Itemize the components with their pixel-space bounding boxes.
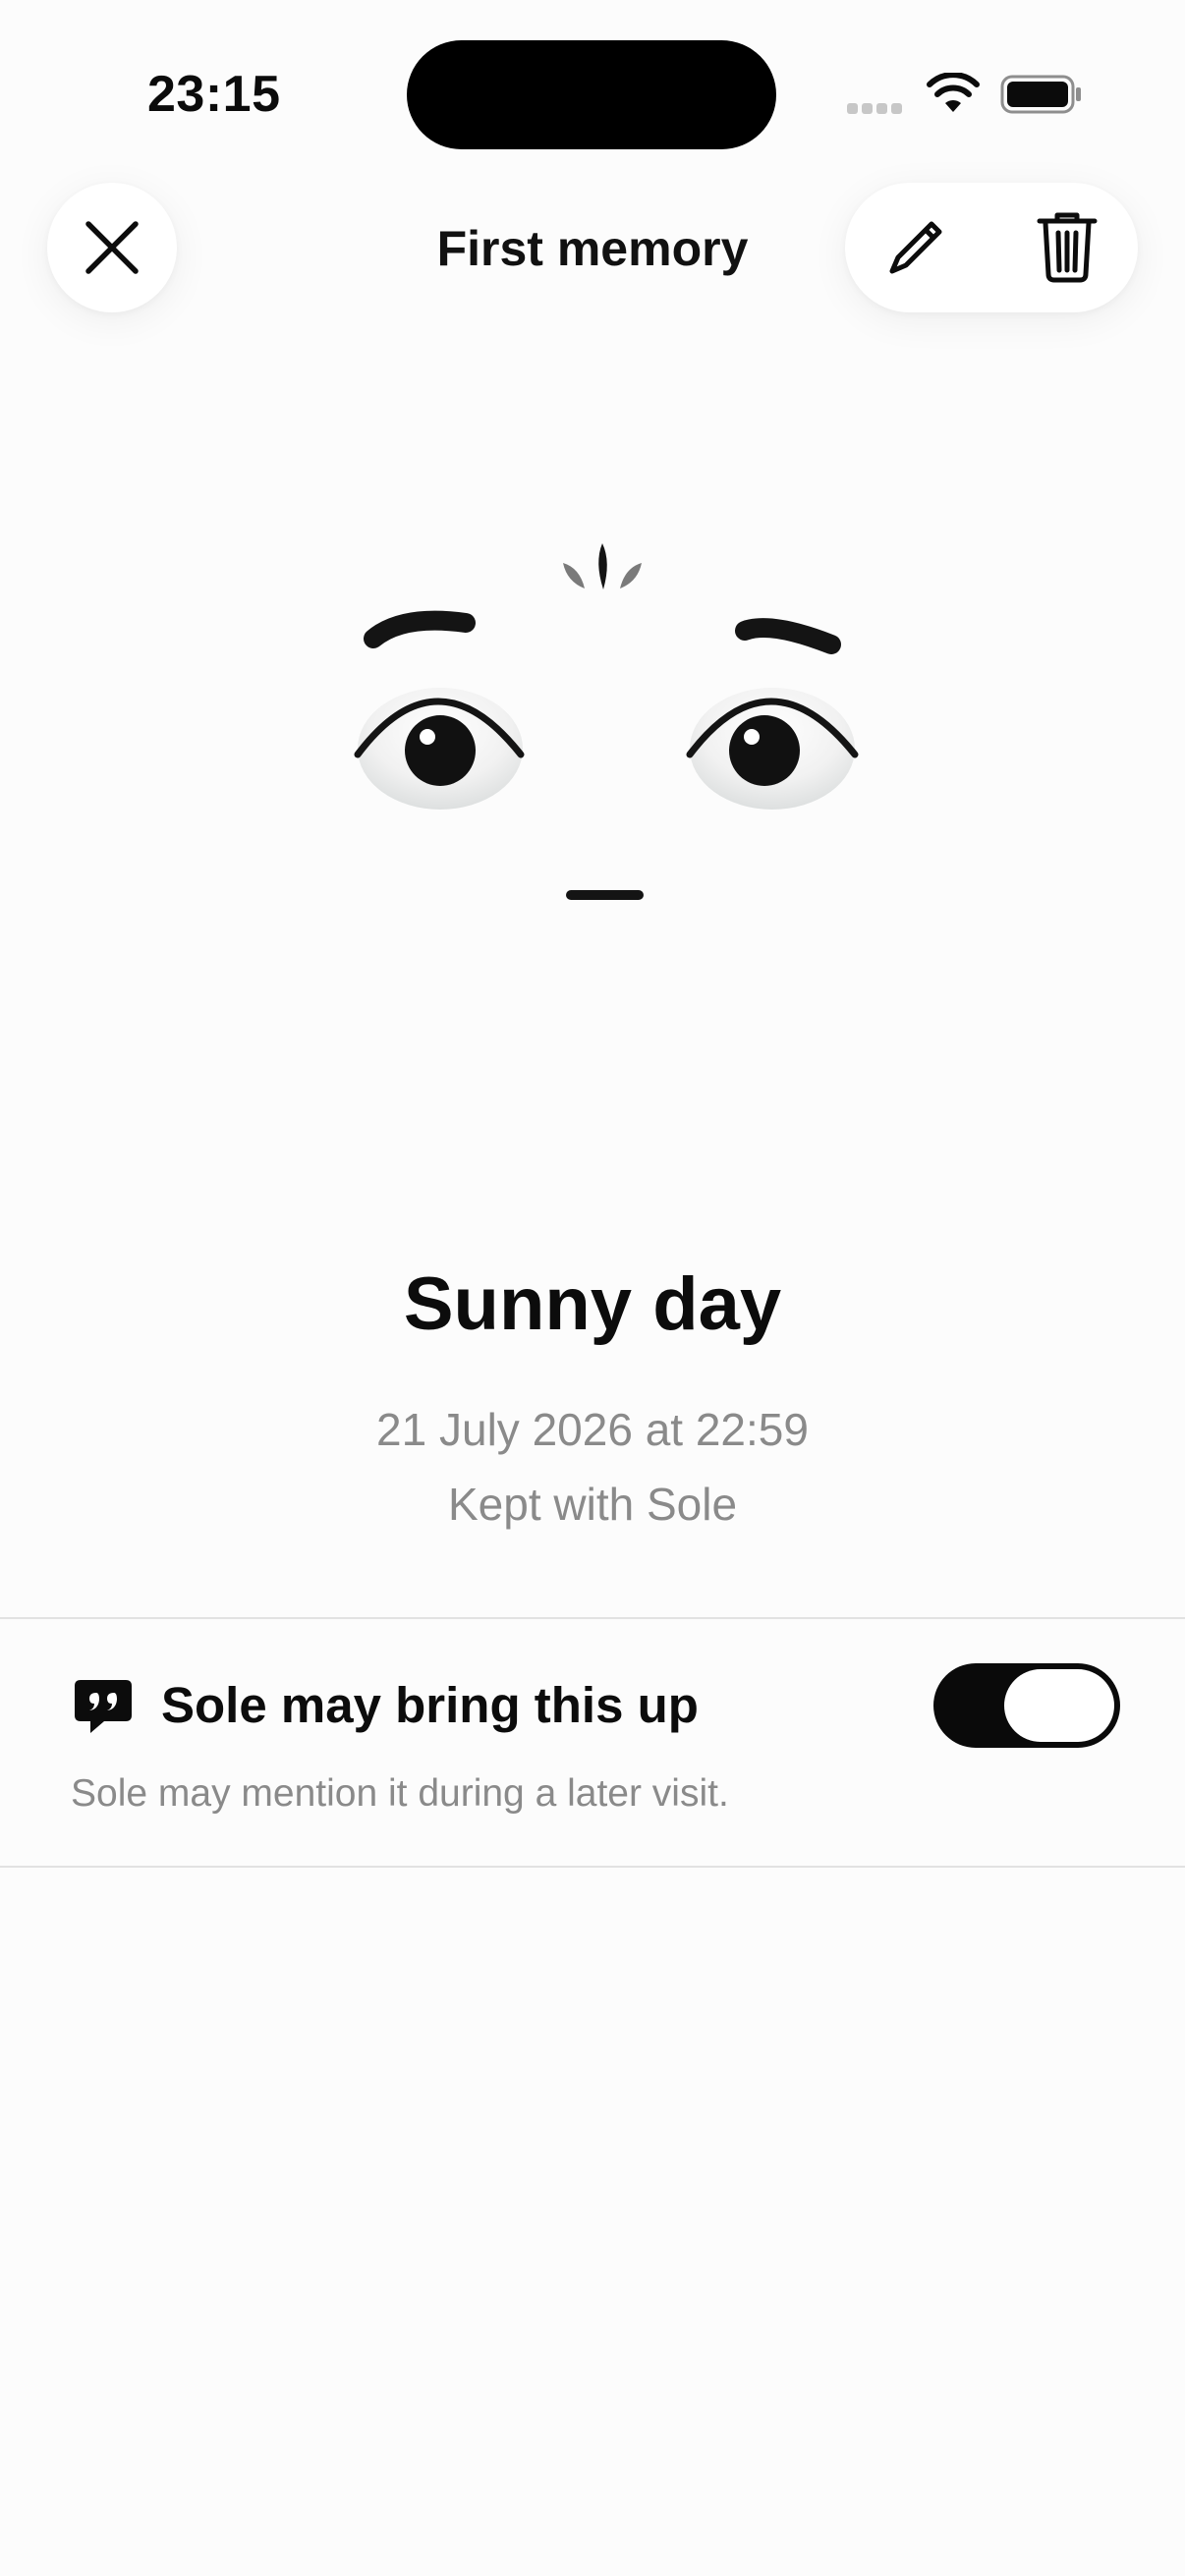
wifi-icon — [927, 73, 980, 112]
bring-up-toggle[interactable] — [933, 1663, 1120, 1748]
signal-dots-icon — [847, 103, 902, 114]
nav-actions-group — [845, 183, 1138, 312]
sprout-icon — [563, 543, 642, 589]
delete-button[interactable] — [1026, 206, 1108, 289]
battery-icon — [1000, 75, 1081, 114]
memory-detail-screen: 23:15 First memory Sunny day 21 July 202… — [0, 0, 1185, 2576]
pencil-icon — [889, 221, 942, 274]
toggle-knob — [1004, 1669, 1114, 1742]
status-icons — [847, 69, 1083, 124]
dynamic-island — [407, 40, 776, 149]
setting-description: Sole may mention it during a later visit… — [71, 1772, 729, 1815]
right-eye — [686, 688, 859, 810]
memory-date: 21 July 2026 at 22:59 — [376, 1404, 809, 1455]
edit-button[interactable] — [876, 208, 955, 287]
left-eye — [354, 688, 525, 810]
quote-bubble-icon — [75, 1680, 132, 1733]
right-eyebrow — [735, 618, 841, 654]
setting-label: Sole may bring this up — [161, 1677, 699, 1733]
status-time: 23:15 — [147, 66, 281, 123]
trash-icon — [1037, 212, 1098, 283]
divider-top — [0, 1617, 1185, 1619]
sole-face-illustration — [354, 543, 859, 900]
memory-title: Sunny day — [403, 1262, 782, 1346]
left-eyebrow — [364, 610, 476, 648]
memory-kept-with: Kept with Sole — [447, 1479, 738, 1530]
divider-bottom — [0, 1866, 1185, 1868]
